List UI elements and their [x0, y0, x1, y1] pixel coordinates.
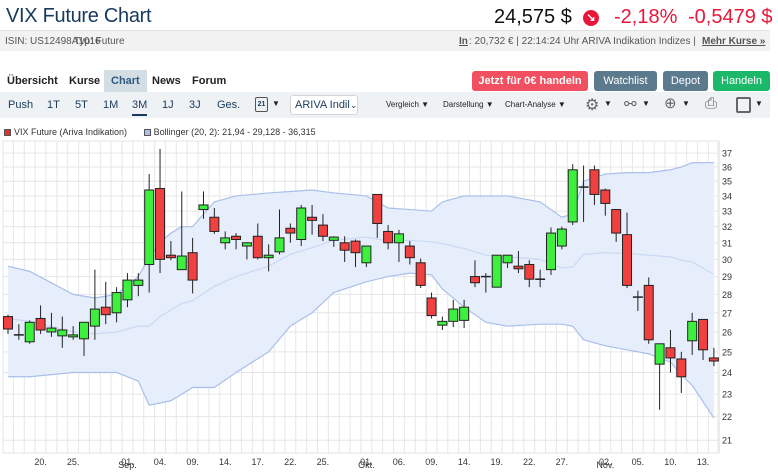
y-tick-label: 26 [722, 327, 732, 337]
candle-body [567, 169, 578, 223]
y-tick-label: 21 [722, 436, 732, 446]
candle-body [79, 321, 90, 340]
x-tick-label: 13. [697, 457, 710, 467]
x-tick-label: 25. [317, 457, 330, 467]
candle-body [437, 320, 448, 326]
candlestick-chart[interactable]: 21 22 23 24 25 26 27 28 29 30 31 32 33 34 35 36 37 20. 25.… [0, 0, 778, 473]
candle-body [426, 297, 437, 317]
x-tick-label: 09. [186, 457, 199, 467]
candle-body [100, 306, 111, 316]
y-tick-label: 27 [722, 308, 732, 318]
candle-body [165, 254, 176, 259]
candle-body [155, 188, 166, 260]
candle-body [513, 265, 524, 270]
y-tick-label: 31 [722, 238, 732, 248]
x-tick-label: 19. [490, 457, 503, 467]
candle-body [144, 189, 155, 265]
candle-body [415, 262, 426, 286]
x-tick-label: 14. [458, 457, 471, 467]
candle-body [317, 224, 328, 237]
candle-body [285, 227, 296, 234]
candle-body [133, 279, 144, 286]
y-tick-label: 30 [722, 255, 732, 265]
x-month-label: Sep. [118, 460, 137, 470]
y-tick-label: 36 [722, 162, 732, 172]
candle-body [89, 308, 100, 327]
y-tick-label: 35 [722, 177, 732, 187]
candle-body [589, 169, 600, 195]
x-tick-label: 20. [34, 457, 47, 467]
candle-body [296, 207, 307, 241]
candle-body [231, 235, 242, 241]
candle-body [676, 358, 687, 378]
candle-body [35, 317, 46, 331]
candle-body [546, 232, 556, 271]
candle-body [68, 334, 79, 338]
candle-body [307, 216, 318, 221]
candle-body [404, 245, 415, 259]
candle-body [708, 357, 719, 362]
y-tick-label: 28 [722, 290, 732, 300]
candle-body [122, 279, 133, 301]
x-tick-label: 06. [393, 457, 406, 467]
candle-body [46, 327, 57, 333]
candle-body [361, 245, 372, 264]
candle-body [524, 263, 535, 280]
candle-body [687, 320, 698, 342]
y-tick-label: 25 [722, 347, 732, 357]
candle-body [198, 204, 209, 211]
x-month-label: Nov. [596, 460, 614, 470]
y-tick-label: 37 [722, 149, 732, 159]
y-tick-label: 29 [722, 272, 732, 282]
candle-body [611, 209, 622, 234]
candle-body [491, 254, 502, 288]
candle-body [24, 321, 35, 343]
candle-body [556, 228, 567, 247]
x-tick-label: 09. [425, 457, 438, 467]
y-tick-label: 22 [722, 412, 732, 422]
candle-body [220, 237, 231, 244]
candle-body [252, 235, 263, 259]
y-tick-label: 34 [722, 191, 732, 201]
candle-body [459, 306, 470, 321]
x-month-label: Okt. [358, 460, 375, 470]
x-tick-label: 27. [556, 457, 569, 467]
x-tick-label: 05. [632, 457, 645, 467]
candle-body [383, 230, 394, 244]
y-tick-label: 24 [722, 368, 732, 378]
y-tick-label: 32 [722, 222, 732, 232]
candle-body [448, 308, 459, 322]
y-tick-label: 33 [722, 207, 732, 217]
candle-body [600, 189, 611, 204]
candle-body [339, 242, 350, 251]
x-tick-label: 10. [664, 457, 677, 467]
candle-body [57, 329, 68, 337]
candle-body [665, 347, 676, 359]
candle-body [209, 216, 220, 232]
candle-body [469, 276, 480, 284]
candle-body [350, 240, 361, 254]
x-tick-label: 22. [284, 457, 297, 467]
candle-body [274, 237, 285, 253]
candle-body [502, 254, 513, 264]
candle-body [111, 292, 122, 314]
candle-body [176, 255, 187, 271]
candle-body [372, 193, 383, 225]
x-tick-label: 25. [67, 457, 80, 467]
candle-body [3, 316, 13, 330]
candle-body [654, 343, 665, 365]
x-tick-label: 17. [252, 457, 265, 467]
candle-body [328, 236, 339, 241]
y-tick-label: 23 [722, 390, 732, 400]
candle-body [622, 234, 633, 286]
candle-body [263, 254, 274, 259]
x-tick-label: 22. [523, 457, 536, 467]
candle-body [187, 252, 198, 281]
x-tick-label: 04. [154, 457, 167, 467]
candle-body [241, 242, 252, 247]
candle-body [643, 284, 654, 341]
candle-body [698, 318, 709, 351]
x-tick-label: 14. [219, 457, 232, 467]
candle-body [393, 233, 404, 244]
